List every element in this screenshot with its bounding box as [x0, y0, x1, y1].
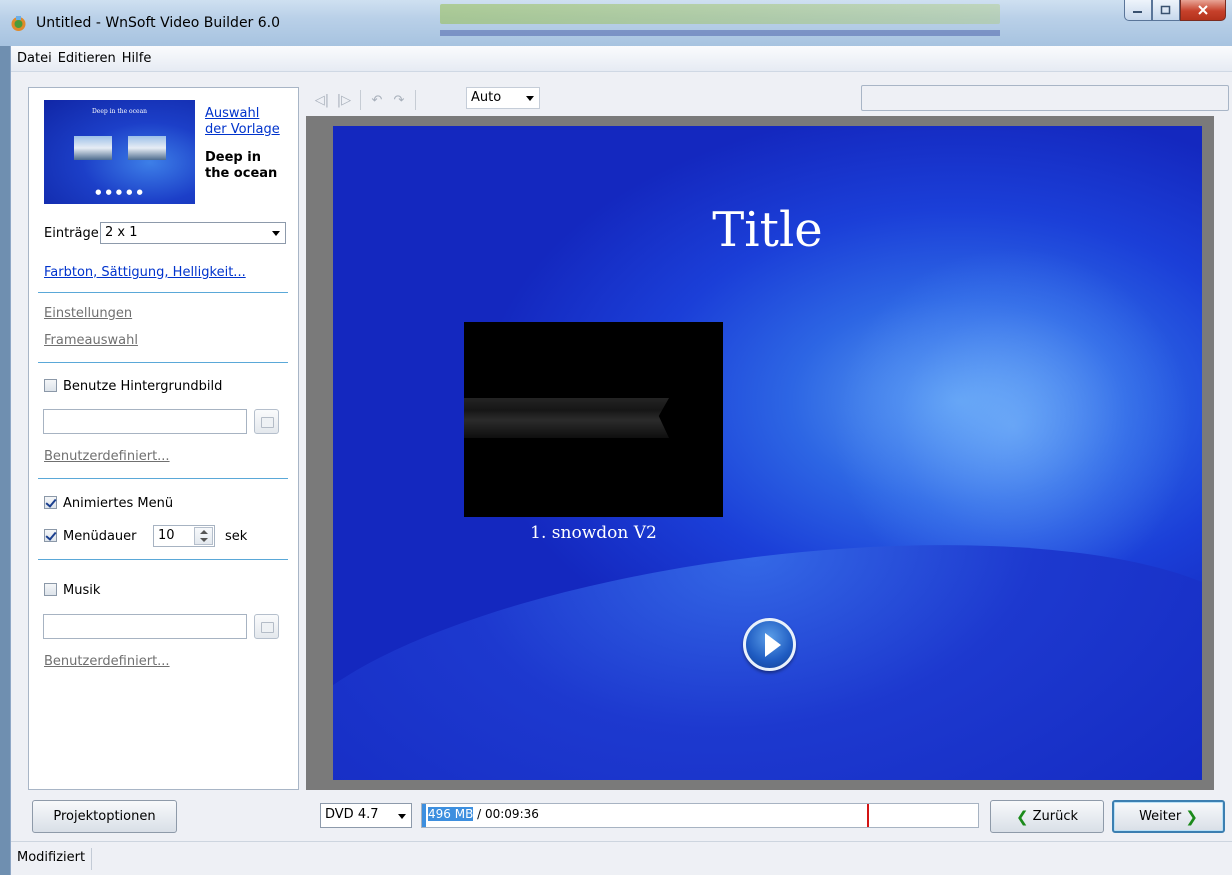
frame-select-link[interactable]: Frameauswahl: [44, 333, 138, 348]
template-name-line1: Deep in: [205, 150, 261, 165]
disc-duration-value: / 00:09:36: [473, 807, 539, 821]
maximize-button[interactable]: [1152, 0, 1180, 21]
menu-editieren[interactable]: Editieren: [58, 51, 116, 66]
back-button-label: Zurück: [1032, 809, 1079, 824]
chevron-down-icon: [272, 231, 280, 236]
browse-music-button[interactable]: [254, 614, 279, 639]
background-window-strip-2: [440, 30, 1000, 36]
info-field: [861, 85, 1229, 111]
main-window: Datei Editieren Hilfe Deep in the ocean …: [10, 46, 1232, 875]
music-checkbox[interactable]: [44, 583, 57, 596]
menu-title[interactable]: Title: [333, 202, 1202, 258]
preview-toolbar: ◁| |▷ ↶ ↷: [311, 87, 421, 113]
chevron-down-icon: [526, 96, 534, 101]
divider: [38, 292, 288, 293]
entries-label: Einträge:: [44, 226, 104, 241]
menu-datei[interactable]: Datei: [17, 51, 52, 66]
divider: [38, 362, 288, 363]
menu-duration-option[interactable]: Menüdauer: [44, 529, 137, 544]
close-icon: [1198, 5, 1208, 15]
menu-duration-value: 10: [158, 528, 175, 543]
background-image-label: Benutze Hintergrundbild: [63, 379, 223, 394]
template-name-line2: the ocean: [205, 166, 278, 181]
title-bar: Untitled - WnSoft Video Builder 6.0: [0, 0, 1232, 46]
choose-template-link-line2: der Vorlage: [205, 122, 280, 137]
next-button[interactable]: Weiter ❯: [1112, 800, 1225, 833]
video-frame-image: [464, 398, 669, 438]
minimize-button[interactable]: [1124, 0, 1152, 21]
preview-area: Title 1. snowdon V2: [306, 116, 1214, 790]
step-back-icon[interactable]: ◁|: [311, 89, 333, 111]
thumbnail-picture-2: [128, 136, 166, 160]
music-label: Musik: [63, 583, 101, 598]
choose-template-link-line1: Auswahl: [205, 106, 260, 121]
menu-duration-stepper[interactable]: 10: [153, 525, 215, 547]
undo-icon[interactable]: ↶: [366, 89, 388, 111]
menu-duration-unit: sek: [225, 529, 248, 544]
disc-type-select[interactable]: DVD 4.7: [320, 803, 412, 828]
music-file-field[interactable]: [43, 614, 247, 639]
template-name: Deep in the ocean: [205, 150, 285, 182]
divider: [38, 478, 288, 479]
animated-menu-label: Animiertes Menü: [63, 496, 174, 511]
menu-duration-checkbox[interactable]: [44, 529, 57, 542]
disc-usage-fill: [422, 804, 426, 827]
settings-link[interactable]: Einstellungen: [44, 306, 132, 321]
next-button-label: Weiter: [1139, 809, 1182, 824]
play-icon[interactable]: [743, 618, 796, 671]
color-adjust-link[interactable]: Farbton, Sättigung, Helligkeit...: [44, 265, 246, 280]
menu-settings-panel: Deep in the ocean ● ● ● ● ● Auswahl der …: [28, 87, 299, 790]
template-thumbnail[interactable]: Deep in the ocean ● ● ● ● ●: [44, 100, 195, 204]
maximize-icon: [1160, 5, 1171, 15]
close-button[interactable]: [1180, 0, 1226, 21]
zoom-select-value: Auto: [471, 90, 502, 105]
app-icon: [11, 16, 26, 31]
toolbar-divider: [360, 90, 361, 110]
thumbnail-nav-icons: ● ● ● ● ●: [95, 188, 144, 196]
music-option[interactable]: Musik: [44, 583, 100, 598]
background-image-checkbox[interactable]: [44, 379, 57, 392]
menu-preview-canvas[interactable]: Title 1. snowdon V2: [333, 126, 1202, 780]
disc-usage-bar: 496 MB / 00:09:36: [421, 803, 979, 828]
choose-template-link[interactable]: Auswahl der Vorlage: [205, 106, 285, 138]
video-caption[interactable]: 1. snowdon V2: [464, 523, 723, 543]
project-options-button[interactable]: Projektoptionen: [32, 800, 177, 833]
disc-type-value: DVD 4.7: [325, 807, 379, 822]
toolbar-divider: [415, 90, 416, 110]
redo-icon[interactable]: ↷: [388, 89, 410, 111]
video-thumbnail[interactable]: [464, 322, 723, 517]
disc-size-value: 496 MB: [428, 807, 474, 821]
zoom-select[interactable]: Auto: [466, 87, 540, 109]
menu-bar: Datei Editieren Hilfe: [11, 46, 1232, 72]
animated-menu-checkbox[interactable]: [44, 496, 57, 509]
menu-hilfe[interactable]: Hilfe: [122, 51, 152, 66]
divider: [38, 559, 288, 560]
status-text: Modifiziert: [11, 848, 93, 870]
thumbnail-title: Deep in the ocean: [91, 108, 148, 115]
back-button[interactable]: ❮ Zurück: [990, 800, 1104, 833]
menu-duration-label: Menüdauer: [63, 529, 137, 544]
step-forward-icon[interactable]: |▷: [333, 89, 355, 111]
chevron-right-icon: ❯: [1185, 807, 1198, 826]
status-bar: Modifiziert: [11, 841, 1232, 875]
entries-select[interactable]: 2 x 1: [100, 222, 286, 244]
minimize-icon: [1133, 11, 1142, 13]
window-title: Untitled - WnSoft Video Builder 6.0: [36, 15, 281, 31]
custom-background-link[interactable]: Benutzerdefiniert...: [44, 449, 170, 464]
browse-background-button[interactable]: [254, 409, 279, 434]
background-image-field[interactable]: [43, 409, 247, 434]
chevron-down-icon: [398, 814, 406, 819]
entries-select-value: 2 x 1: [105, 225, 138, 240]
window-controls: [1124, 0, 1226, 22]
disc-usage-text: 496 MB / 00:09:36: [428, 807, 539, 821]
stepper-arrows-icon[interactable]: [194, 527, 213, 545]
thumbnail-picture-1: [74, 136, 112, 160]
animated-menu-option[interactable]: Animiertes Menü: [44, 496, 173, 511]
background-image-option[interactable]: Benutze Hintergrundbild: [44, 379, 222, 394]
disc-capacity-marker: [867, 804, 869, 827]
custom-music-link[interactable]: Benutzerdefiniert...: [44, 654, 170, 669]
chevron-left-icon: ❮: [1015, 807, 1029, 826]
background-window-strip: [440, 4, 1000, 24]
